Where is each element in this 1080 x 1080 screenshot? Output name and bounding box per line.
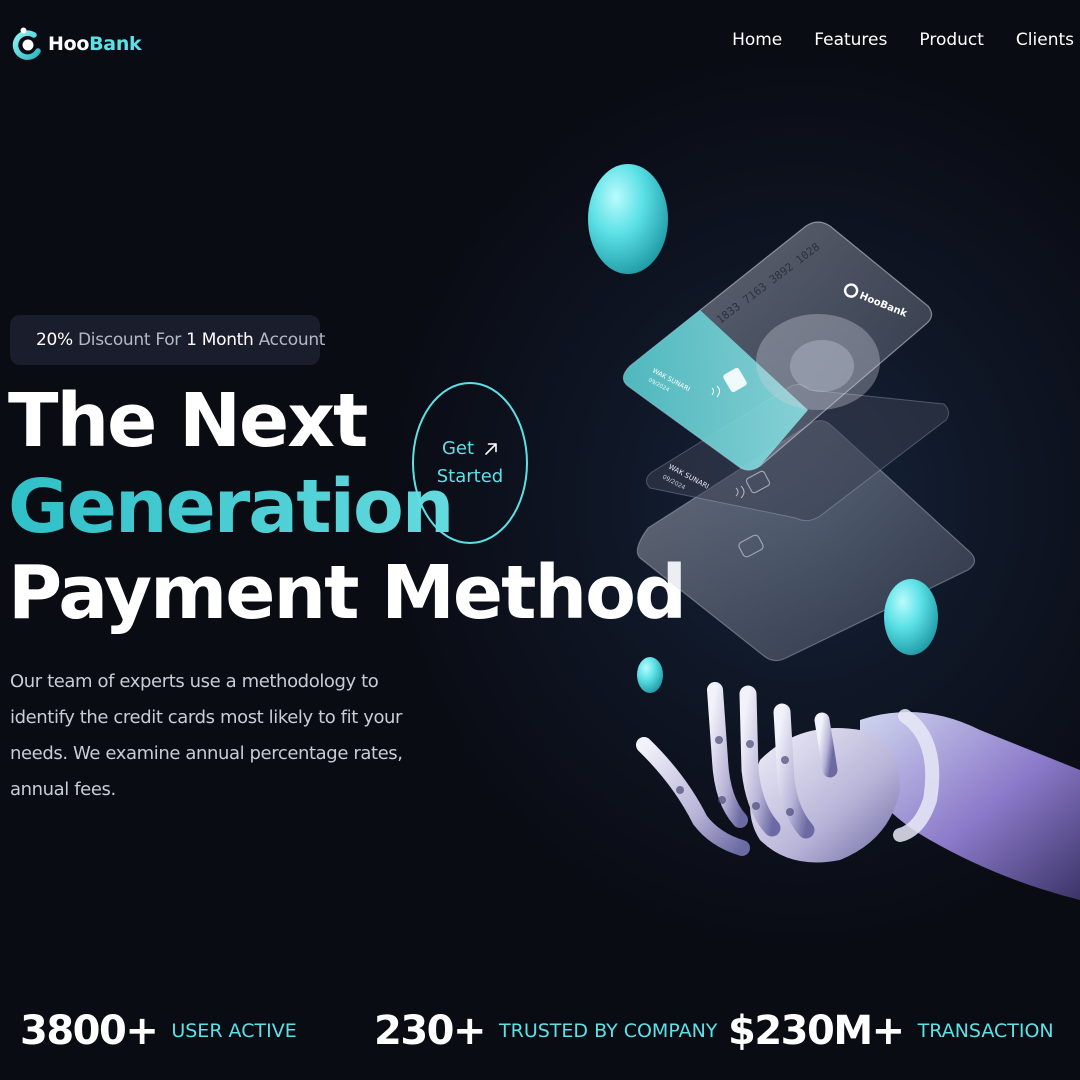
nav-item-features[interactable]: Features — [814, 30, 887, 50]
stats-bar: 3800+ USER ACTIVE 230+ TRUSTED BY COMPAN… — [0, 1008, 1080, 1068]
stat-label: TRANSACTION — [917, 1020, 1054, 1042]
hero-illustration: WAK SUNARI 09/2024 1833 7163 3892 1028 H… — [588, 164, 1080, 900]
get-started-line-1: Get — [442, 435, 498, 463]
discount-text: 20% Discount For 1 Month Account — [36, 330, 325, 350]
stat-user-active: 3800+ USER ACTIVE — [20, 1008, 297, 1054]
brand-name-part1: Hoo — [48, 33, 90, 55]
floating-sphere-medium — [884, 579, 938, 655]
discount-text-part1: Discount For — [78, 330, 181, 350]
nav-item-clients[interactable]: Clients — [1016, 30, 1074, 50]
discount-period: 1 Month — [186, 330, 254, 350]
floating-sphere-small — [637, 657, 663, 693]
brand-name-part2: Bank — [89, 33, 142, 55]
discount-percent: 20% — [36, 330, 73, 350]
stat-trusted-by-company: 230+ TRUSTED BY COMPANY — [374, 1008, 717, 1054]
stat-value: $230M+ — [728, 1008, 905, 1054]
landing-page: HooBank Home Features Product Clients 20… — [0, 0, 1080, 1080]
get-started-text-2: Started — [436, 466, 504, 487]
get-started-text-1: Get — [441, 438, 475, 459]
stat-value: 3800+ — [20, 1008, 159, 1054]
stat-value: 230+ — [374, 1008, 487, 1054]
discount-text-part2: Account — [258, 330, 326, 350]
arrow-up-right-icon — [485, 443, 497, 455]
nav-item-product[interactable]: Product — [919, 30, 984, 50]
nav-item-home[interactable]: Home — [732, 30, 782, 50]
get-started-button[interactable]: Get Started — [412, 382, 528, 544]
stat-label: USER ACTIVE — [171, 1020, 297, 1042]
brand-logo[interactable]: HooBank — [12, 24, 142, 64]
discount-badge: 20% Discount For 1 Month Account — [10, 315, 325, 365]
hoobank-logo-icon — [12, 27, 41, 60]
brand-name: HooBank — [48, 33, 142, 55]
stat-label: TRUSTED BY COMPANY — [499, 1020, 718, 1042]
stat-transaction: $230M+ TRANSACTION — [728, 1008, 1054, 1054]
floating-sphere-large — [588, 164, 668, 274]
robot-hand — [636, 682, 1080, 900]
hero-description: Our team of experts use a methodology to… — [10, 671, 403, 800]
top-nav: Home Features Product Clients — [732, 30, 1074, 50]
